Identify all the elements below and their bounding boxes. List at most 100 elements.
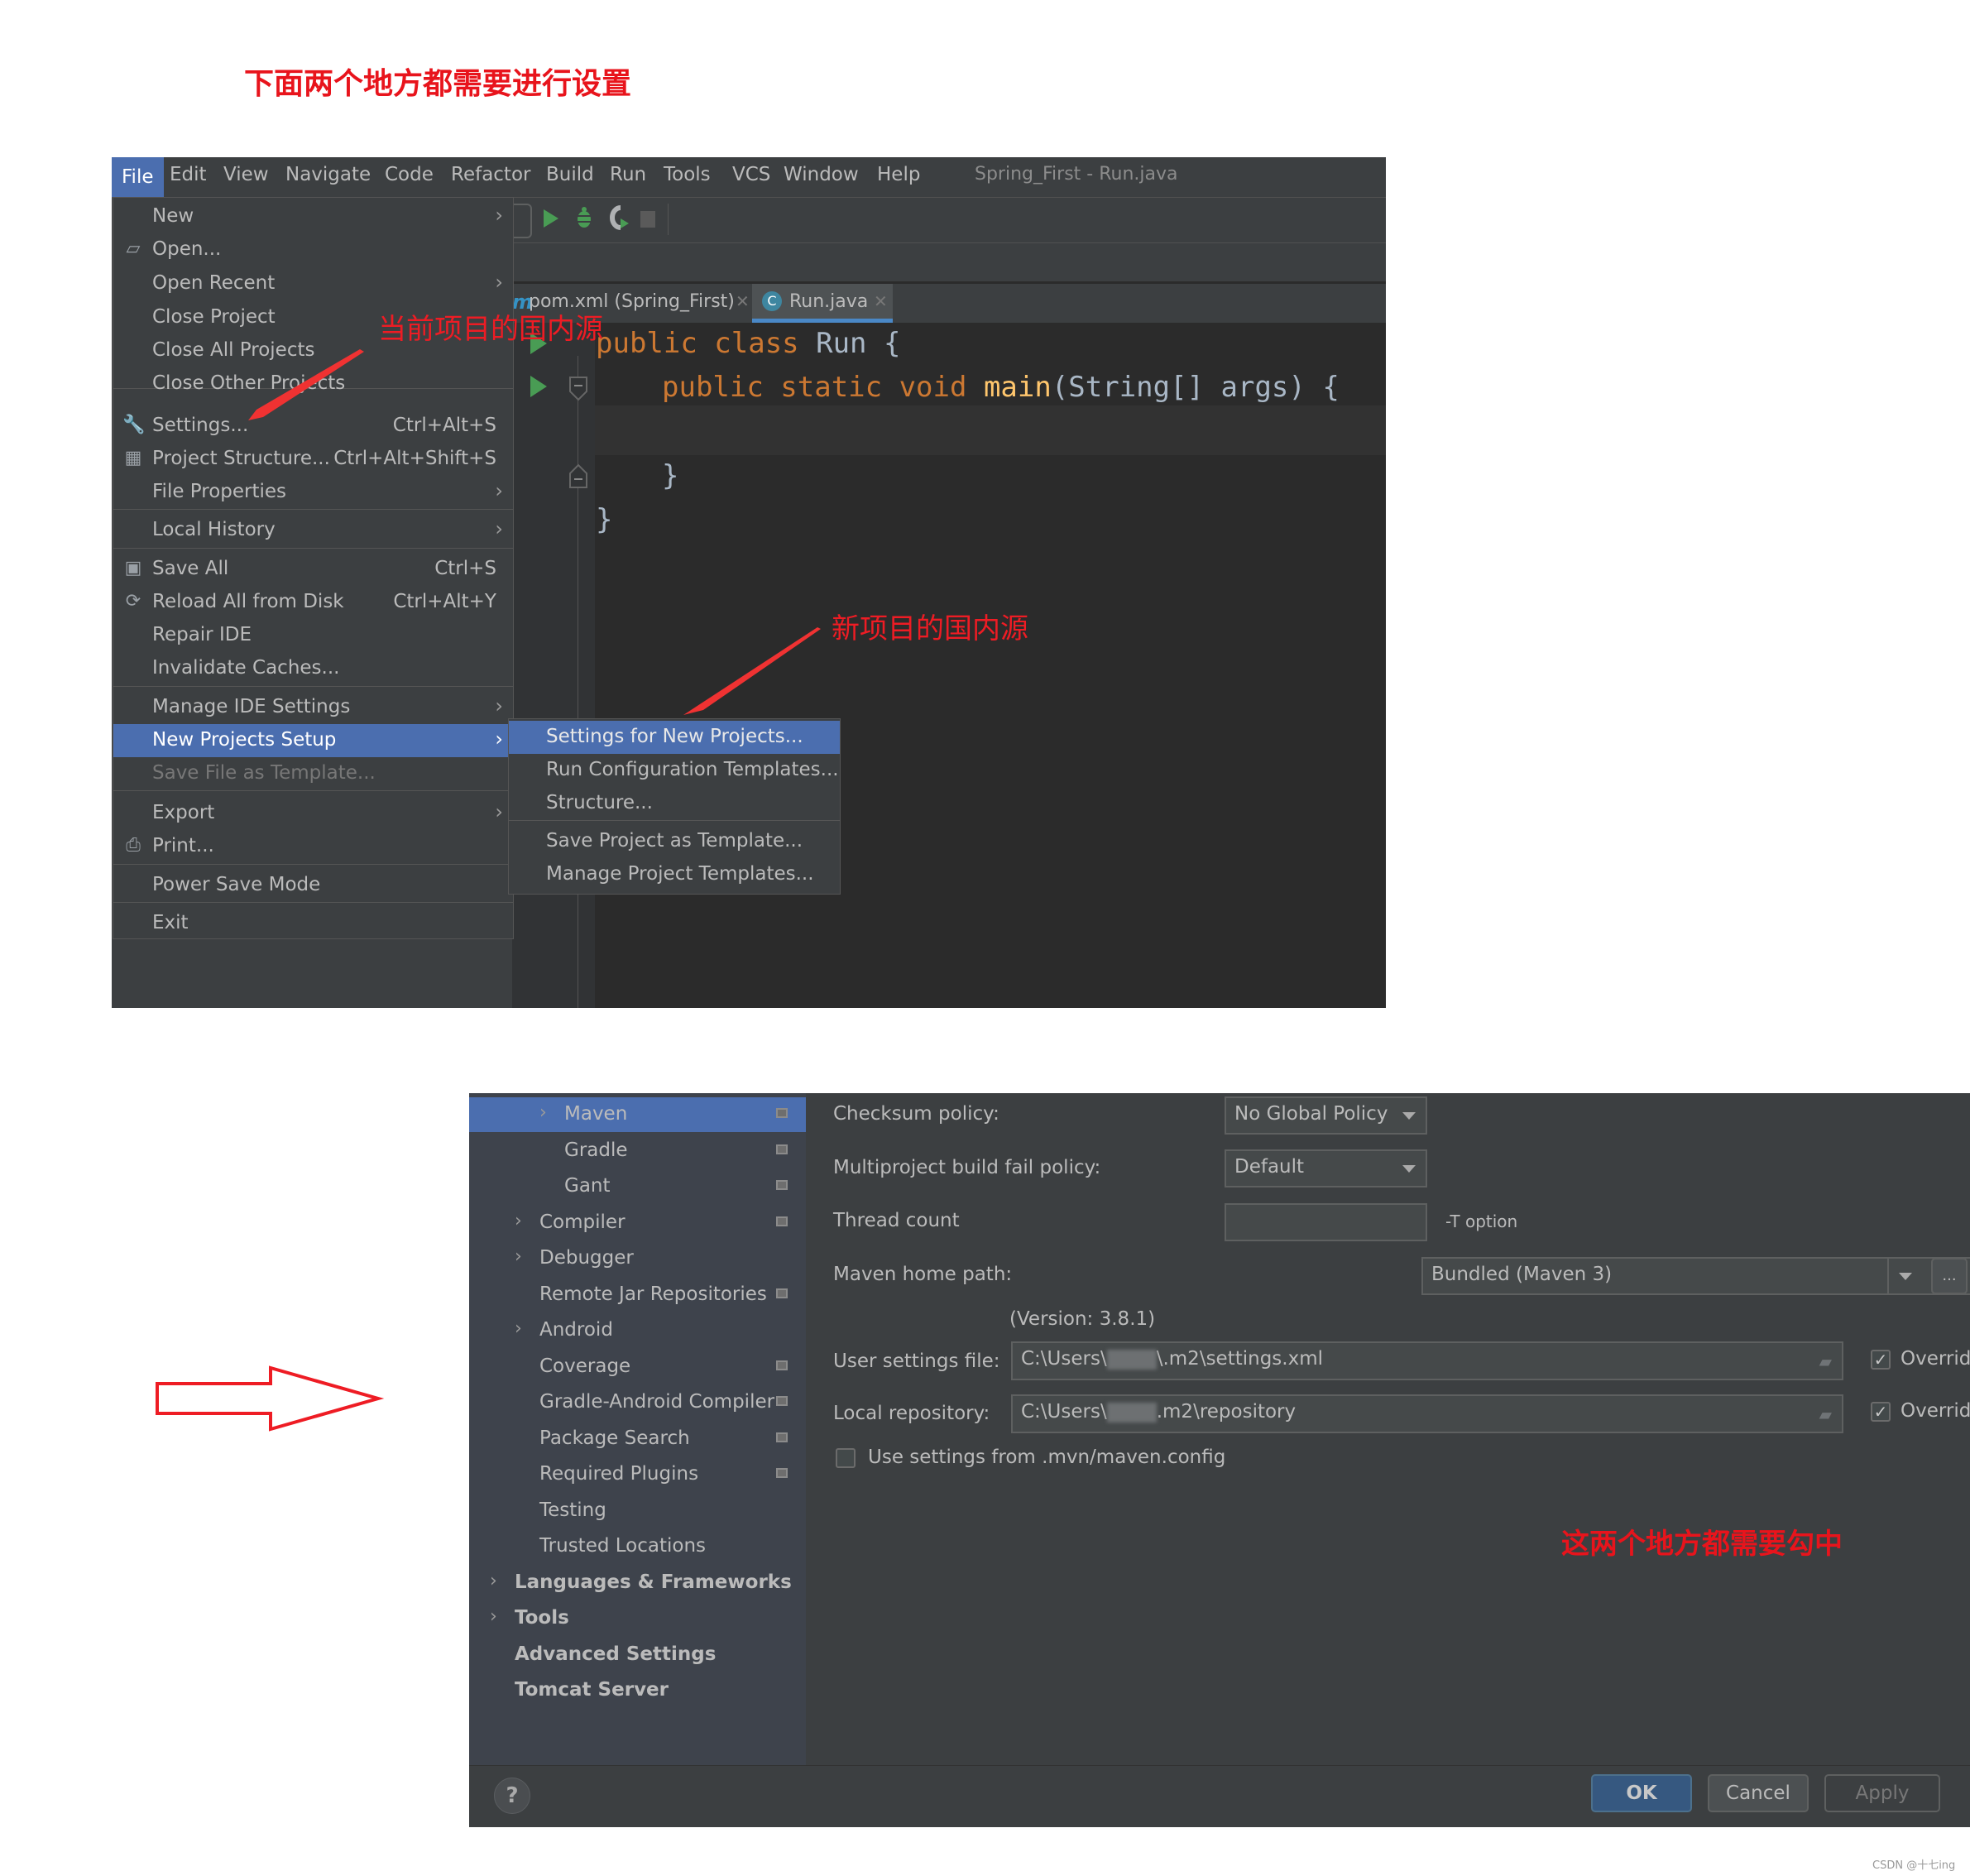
- menu-build[interactable]: Build: [546, 164, 594, 185]
- file-menu-item-new[interactable]: New ›: [113, 200, 513, 233]
- menu-edit[interactable]: Edit: [170, 164, 207, 185]
- settings-tree-item-languages-frameworks[interactable]: › Languages & Frameworks: [469, 1566, 806, 1600]
- file-menu-item-open[interactable]: ▱ Open...: [113, 233, 513, 266]
- mvn-config-checkbox[interactable]: [836, 1448, 856, 1468]
- caret-line: [595, 405, 1386, 455]
- menu-item-label: Close Project: [152, 306, 276, 328]
- submenu-item-manage-project-templates[interactable]: Manage Project Templates...: [509, 858, 840, 891]
- tab-run-java[interactable]: C Run.java ✕: [752, 284, 893, 323]
- chevron-right-icon: ›: [495, 271, 503, 294]
- chevron-right-icon[interactable]: ›: [515, 1318, 522, 1339]
- file-menu-item-local-history[interactable]: Local History ›: [113, 514, 513, 547]
- folder-icon[interactable]: ▰: [1819, 1404, 1832, 1424]
- close-icon[interactable]: ✕: [874, 291, 888, 311]
- file-menu-item-project-structure[interactable]: ▦ Project Structure... Ctrl+Alt+Shift+S: [113, 443, 513, 476]
- settings-tree-item-package-search[interactable]: Package Search: [469, 1422, 806, 1456]
- project-level-icon: [776, 1468, 788, 1478]
- fold-icon[interactable]: [569, 463, 587, 488]
- file-menu-item-settings[interactable]: 🔧 Settings... Ctrl+Alt+S: [113, 410, 513, 443]
- file-menu-item-invalidate-caches[interactable]: Invalidate Caches...: [113, 652, 513, 685]
- tree-item-label: Required Plugins: [539, 1463, 699, 1485]
- tree-item-label: Tools: [515, 1607, 569, 1629]
- help-button[interactable]: ?: [494, 1778, 530, 1814]
- ok-button[interactable]: OK: [1591, 1774, 1692, 1812]
- settings-tree-item-testing[interactable]: Testing: [469, 1494, 806, 1528]
- submenu-item-run-configuration-templates[interactable]: Run Configuration Templates...: [509, 754, 840, 787]
- maven-home-dropdown-button[interactable]: [1887, 1257, 1922, 1295]
- file-menu-item-new-projects-setup[interactable]: New Projects Setup ›: [113, 724, 513, 757]
- menu-help[interactable]: Help: [877, 164, 920, 185]
- menu-run[interactable]: Run: [610, 164, 646, 185]
- run-icon[interactable]: [541, 207, 561, 230]
- file-menu-item-open-recent[interactable]: Open Recent ›: [113, 267, 513, 300]
- menu-code[interactable]: Code: [385, 164, 434, 185]
- menu-window[interactable]: Window: [784, 164, 859, 185]
- settings-tree-item-remote-jar-repositories[interactable]: Remote Jar Repositories: [469, 1278, 806, 1312]
- menu-separator: [509, 820, 840, 821]
- settings-tree-item-gant[interactable]: Gant: [469, 1169, 806, 1204]
- settings-tree-item-trusted-locations[interactable]: Trusted Locations: [469, 1529, 806, 1564]
- file-menu-item-reload-all-from-disk[interactable]: ⟳ Reload All from Disk Ctrl+Alt+Y: [113, 586, 513, 619]
- settings-tree-item-gradle[interactable]: Gradle: [469, 1134, 806, 1168]
- menu-file[interactable]: File: [112, 157, 164, 197]
- settings-tree-item-coverage[interactable]: Coverage: [469, 1350, 806, 1384]
- code-editor[interactable]: [512, 323, 1386, 1008]
- settings-tree-item-android[interactable]: › Android: [469, 1313, 806, 1348]
- settings-tree-item-advanced-settings[interactable]: Advanced Settings: [469, 1638, 806, 1672]
- coverage-icon[interactable]: [609, 205, 630, 232]
- file-menu-item-exit[interactable]: Exit: [113, 907, 513, 940]
- menu-view[interactable]: View: [223, 164, 269, 185]
- file-menu-item-power-save-mode[interactable]: Power Save Mode: [113, 869, 513, 902]
- chevron-right-icon[interactable]: ›: [539, 1102, 547, 1123]
- cancel-button[interactable]: Cancel: [1708, 1774, 1809, 1812]
- settings-tree-item-compiler[interactable]: › Compiler: [469, 1206, 806, 1240]
- folder-icon[interactable]: ▰: [1819, 1351, 1832, 1371]
- tree-item-label: Trusted Locations: [539, 1535, 707, 1557]
- user-settings-override-checkbox[interactable]: ✓: [1871, 1350, 1891, 1370]
- chevron-right-icon: ›: [495, 694, 503, 717]
- submenu-item-save-project-as-template[interactable]: Save Project as Template...: [509, 825, 840, 858]
- menu-vcs[interactable]: VCS: [732, 164, 770, 185]
- file-menu-item-save-all[interactable]: ▣ Save All Ctrl+S: [113, 553, 513, 586]
- file-menu-item-export[interactable]: Export ›: [113, 797, 513, 830]
- menu-separator: [113, 509, 513, 510]
- menu-navigate[interactable]: Navigate: [285, 164, 371, 185]
- input-value: C:\Users\ .m2\repository: [1021, 1401, 1296, 1423]
- run-config-dropdown[interactable]: [512, 204, 532, 238]
- close-icon[interactable]: ✕: [736, 291, 750, 311]
- code-line-5: }: [596, 503, 613, 536]
- chevron-right-icon[interactable]: ›: [490, 1606, 497, 1627]
- stop-icon[interactable]: [640, 211, 655, 228]
- fold-icon[interactable]: [569, 377, 587, 401]
- local-repo-override-checkbox[interactable]: ✓: [1871, 1402, 1891, 1422]
- submenu-item-settings-for-new-projects[interactable]: Settings for New Projects...: [509, 721, 840, 754]
- settings-tree-item-gradle-android-compiler[interactable]: Gradle-Android Compiler: [469, 1385, 806, 1420]
- chevron-right-icon[interactable]: ›: [490, 1571, 497, 1591]
- chevron-right-icon[interactable]: ›: [515, 1246, 522, 1267]
- file-menu-item-close-other-projects[interactable]: Close Other Projects: [113, 367, 513, 401]
- apply-button[interactable]: Apply: [1824, 1774, 1940, 1812]
- menu-tools[interactable]: Tools: [664, 164, 711, 185]
- settings-tree-item-required-plugins[interactable]: Required Plugins: [469, 1457, 806, 1492]
- thread-count-input[interactable]: [1225, 1203, 1427, 1241]
- fail-policy-select[interactable]: Default: [1225, 1149, 1427, 1187]
- settings-tree-item-tomcat-server[interactable]: Tomcat Server: [469, 1673, 806, 1708]
- checksum-policy-select[interactable]: No Global Policy: [1225, 1096, 1427, 1135]
- file-menu-item-file-properties[interactable]: File Properties ›: [113, 476, 513, 509]
- settings-tree-item-tools[interactable]: › Tools: [469, 1601, 806, 1636]
- project-level-icon: [776, 1288, 788, 1298]
- debug-icon[interactable]: [573, 205, 595, 232]
- run-gutter-icon[interactable]: [529, 374, 549, 399]
- settings-tree-item-maven[interactable]: › Maven: [469, 1097, 806, 1132]
- browse-button[interactable]: ...: [1931, 1258, 1968, 1294]
- file-menu-item-manage-ide-settings[interactable]: Manage IDE Settings ›: [113, 691, 513, 724]
- menu-item-label: File Properties: [152, 481, 287, 502]
- file-menu-item-repair-ide[interactable]: Repair IDE: [113, 619, 513, 652]
- submenu-item-structure[interactable]: Structure...: [509, 787, 840, 820]
- user-settings-input[interactable]: C:\Users\ \.m2\settings.xml ▰: [1011, 1341, 1843, 1380]
- menu-refactor[interactable]: Refactor: [451, 164, 530, 185]
- local-repo-input[interactable]: C:\Users\ .m2\repository ▰: [1011, 1394, 1843, 1433]
- file-menu-item-print[interactable]: ⎙ Print...: [113, 830, 513, 863]
- settings-tree-item-debugger[interactable]: › Debugger: [469, 1241, 806, 1276]
- chevron-right-icon[interactable]: ›: [515, 1211, 522, 1231]
